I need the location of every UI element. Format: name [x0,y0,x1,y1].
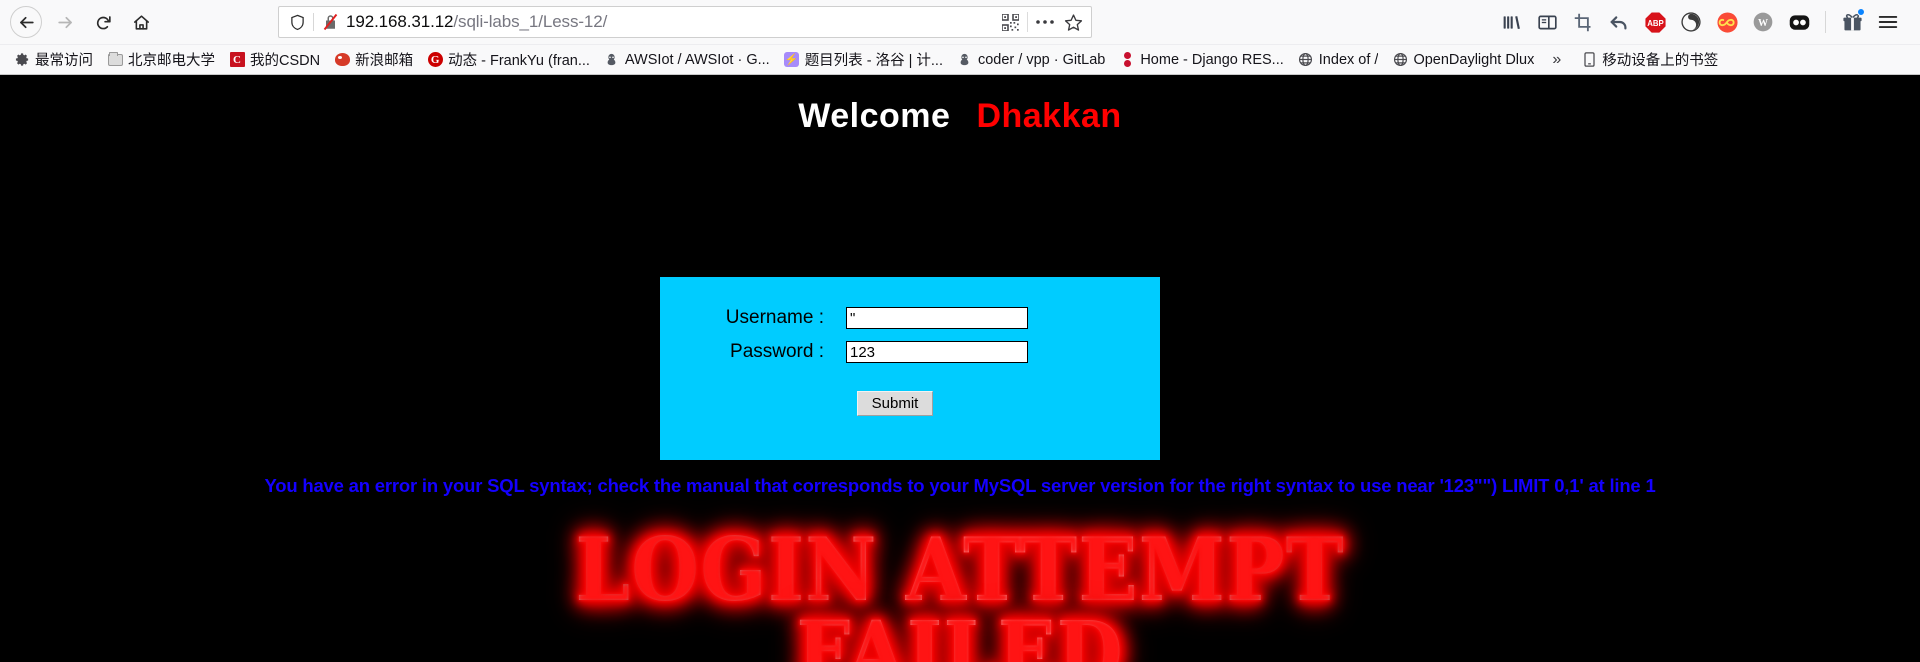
password-row: Password : [660,329,1160,363]
sina-icon [334,52,350,68]
bookmark-index-of[interactable]: Index of / [1292,48,1385,72]
django-icon [1119,52,1135,68]
bookmark-sina-mail[interactable]: 新浪邮箱 [328,48,419,72]
undo-arrow-icon[interactable] [1601,5,1637,39]
url-bar[interactable]: 192.168.31.12/sqli-labs_1/Less-12/ [278,6,1092,38]
bookmark-label: coder / vpp · GitLab [977,51,1106,68]
gitlab-icon [957,52,973,68]
browser-chrome: 192.168.31.12/sqli-labs_1/Less-12/ ABP W… [0,0,1920,75]
bookmark-most-visited[interactable]: 最常访问 [8,48,99,72]
w-circle-icon[interactable]: W [1745,5,1781,39]
password-label: Password : [730,341,824,362]
urlbar-separator [1027,12,1028,32]
gitlab-icon [604,52,620,68]
bookmark-label: Index of / [1318,51,1379,68]
submit-row: Submit [660,363,1160,416]
sql-error-message: You have an error in your SQL syntax; ch… [264,475,1656,496]
toolbar-extras: ABP W [1493,5,1910,39]
bookmark-luogu[interactable]: ⚡ 题目列表 - 洛谷 | 计... [778,48,949,72]
page-title: Welcome Dhakkan [0,75,1920,136]
svg-text:W: W [1758,18,1768,29]
username-input[interactable] [846,307,1028,329]
bookmark-label: 题目列表 - 洛谷 | 计... [804,53,943,69]
bookmark-label: 北京邮电大学 [128,53,215,69]
bookmark-bupt[interactable]: 北京邮电大学 [101,48,221,72]
bookmarks-overflow-chevron-double-right-icon[interactable]: » [1542,51,1571,69]
toolbar-divider [1825,11,1826,33]
infinity-icon[interactable] [1709,5,1745,39]
navigation-toolbar: 192.168.31.12/sqli-labs_1/Less-12/ ABP W [0,0,1920,44]
welcome-word: Welcome [798,97,951,135]
mobile-device-icon [1581,52,1597,68]
username-row: Username : [660,277,1160,329]
library-icon[interactable] [1493,5,1529,39]
welcome-username: Dhakkan [976,97,1122,135]
gift-icon[interactable] [1834,5,1870,39]
page-content: Welcome Dhakkan Username : Password : Sub… [0,75,1920,662]
bookmark-label: 新浪邮箱 [355,53,414,69]
folder-icon [107,51,123,68]
bookmark-label: 最常访问 [35,53,93,69]
adblock-plus-icon[interactable]: ABP [1637,5,1673,39]
bookmark-opendaylight-dlux[interactable]: OpenDaylight Dlux [1386,48,1540,72]
qr-code-icon[interactable] [996,8,1024,36]
username-label: Username : [725,307,824,328]
bookmark-label: 动态 - FrankYu (fran... [448,53,590,69]
hamburger-menu-icon[interactable] [1870,5,1906,39]
globe-icon [1392,52,1408,68]
bookmark-awsiot[interactable]: AWSIot / AWSIot · G... [598,48,776,72]
star-outline-icon[interactable] [1059,8,1087,36]
bookmark-csdn[interactable]: C 我的CSDN [223,48,326,72]
urlbar-divider [313,13,314,31]
back-button[interactable] [10,6,42,38]
sidebar-icon[interactable] [1529,5,1565,39]
url-text[interactable]: 192.168.31.12/sqli-labs_1/Less-12/ [340,12,996,32]
two-dots-icon[interactable] [1781,5,1817,39]
gitee-icon: G [427,52,443,68]
home-button[interactable] [124,5,158,39]
gear-icon [14,52,30,68]
gift-badge-dot [1857,8,1865,16]
bookmarks-toolbar: 最常访问 北京邮电大学 C 我的CSDN 新浪邮箱 G 动态 - FrankYu… [0,44,1920,74]
screenshot-crop-icon[interactable] [1565,5,1601,39]
crossed-out-padlock-icon[interactable] [320,13,340,31]
reload-button[interactable] [86,5,120,39]
luogu-icon: ⚡ [784,52,800,67]
login-failed-banner: LOGIN ATTEMPT FAILED [0,527,1920,662]
shield-icon[interactable] [287,14,307,31]
bookmark-label: 我的CSDN [250,53,321,69]
bookmark-label: OpenDaylight Dlux [1413,51,1535,68]
forward-button[interactable] [48,5,82,39]
bookmark-label: 移动设备上的书签 [1602,53,1719,69]
ellipsis-icon[interactable] [1031,8,1059,36]
submit-button[interactable]: Submit [856,391,934,416]
password-input[interactable] [846,341,1028,363]
csdn-icon: C [229,52,245,68]
bookmark-label: AWSIot / AWSIot · G... [624,51,770,68]
failed-banner-line-1: LOGIN ATTEMPT [0,527,1920,614]
bookmark-mobile-bookmarks[interactable]: 移动设备上的书签 [1575,48,1724,72]
failed-banner-line-2: FAILED [0,610,1920,662]
bookmark-vpp-gitlab[interactable]: coder / vpp · GitLab [951,48,1111,72]
bookmark-django-rest[interactable]: Home - Django RES... [1113,48,1289,72]
svg-text:ABP: ABP [1647,18,1664,27]
dark-face-icon[interactable] [1673,5,1709,39]
bookmark-label: Home - Django RES... [1140,51,1284,68]
globe-icon [1298,52,1314,68]
login-form: Username : Password : Submit [660,277,1160,460]
bookmark-frankyu[interactable]: G 动态 - FrankYu (fran... [421,48,596,72]
